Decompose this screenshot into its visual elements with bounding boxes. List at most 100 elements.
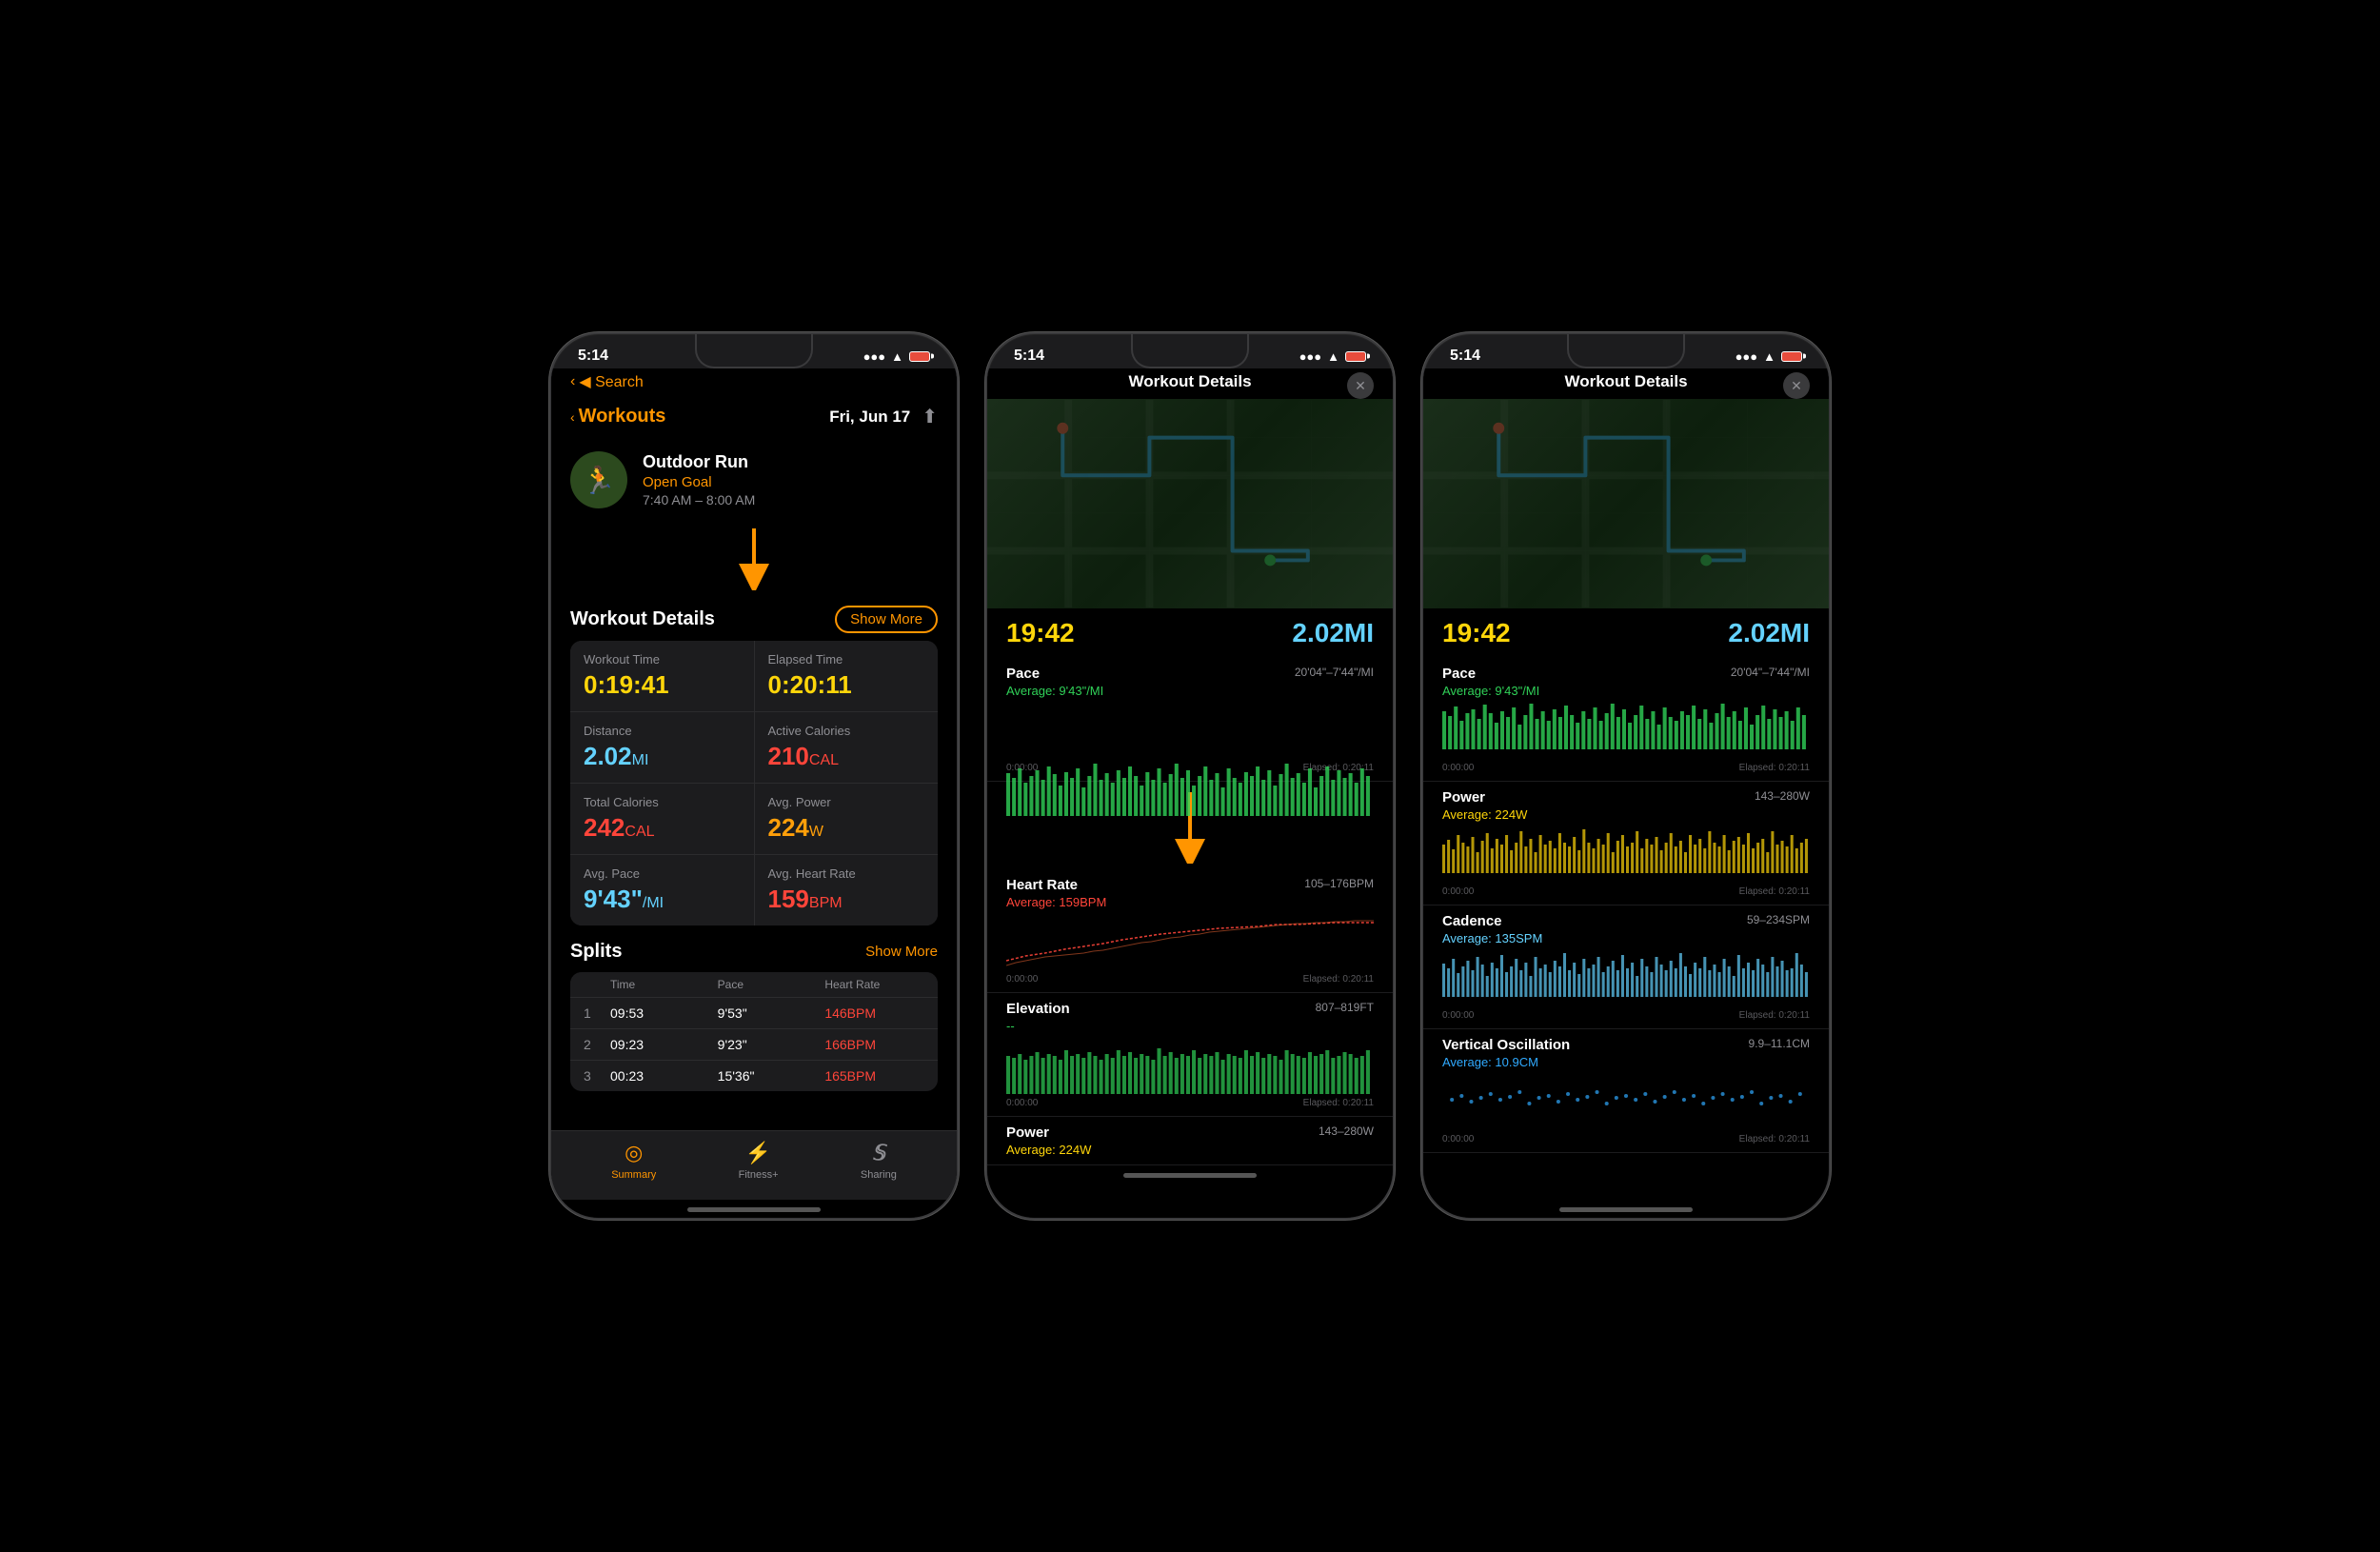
vo-bars-3 [1442,1073,1810,1130]
wifi-icon-3: ▲ [1763,349,1775,364]
chart-power-header-2: Power Average: 224W 143–280W [1006,1124,1374,1157]
tab-sharing-label: Sharing [861,1169,897,1181]
workout-icon: 🏃 [570,451,627,508]
home-indicator-2 [1123,1173,1257,1178]
status-time-3: 5:14 [1450,348,1480,365]
map-stats-2: 19:42 2.02MI [987,608,1393,658]
phone3-content: Workout Details ✕ [1423,368,1829,1218]
status-icons-2: ●●● ▲ [1299,349,1366,364]
summary-icon: ◎ [625,1141,643,1165]
hr-bars-2 [1006,913,1374,970]
phones-container: 5:14 ●●● ▲ ‹ ◀ Search ‹ Workouts [530,313,1850,1239]
splits-show-more[interactable]: Show More [865,944,938,960]
hr-chart-footer-2: 0:00:00 Elapsed: 0:20:11 [1006,974,1374,985]
arrow-annotation [551,524,957,590]
metric-total-cal: Total Calories 242CAL [570,784,754,854]
metric-active-cal: Active Calories 210CAL [755,712,939,783]
status-icons-1: ●●● ▲ [863,349,930,364]
chart-power-3: Power Average: 224W 143–280W [1423,782,1829,905]
map-grid-3 [1423,399,1829,608]
cadence-chart-footer-3: 0:00:00 Elapsed: 0:20:11 [1442,1010,1810,1021]
splits-row-2: 2 09:23 9'23" 166BPM [570,1029,938,1061]
fitness-icon: ⚡ [745,1141,771,1165]
details-header-3: Workout Details ✕ [1423,368,1829,399]
metric-elapsed-time: Elapsed Time 0:20:11 [755,641,939,711]
back-button[interactable]: ‹ ◀ Search [570,372,938,391]
wifi-icon: ▲ [891,349,903,364]
home-indicator-1 [687,1207,821,1212]
tab-summary-label: Summary [611,1169,656,1181]
status-bar-3: 5:14 ●●● ▲ [1423,334,1829,368]
pace-bars-3 [1442,702,1810,759]
phone2-content: Workout Details ✕ [987,368,1393,1218]
spacer [551,1099,957,1130]
splits-header: Splits Show More [570,941,938,963]
chevron-left-icon: ‹ [570,373,575,390]
home-indicator-3 [1559,1207,1693,1212]
elev-bars-2 [1006,1037,1374,1094]
tab-bar: ◎ Summary ⚡ Fitness+ 𝕊 Sharing [551,1130,957,1200]
vo-chart-footer-3: 0:00:00 Elapsed: 0:20:11 [1442,1134,1810,1144]
workout-header: ‹ Workouts Fri, Jun 17 ⬆ [551,399,957,440]
chart-hr-header-2: Heart Rate Average: 159BPM 105–176BPM [1006,877,1374,909]
splits-table: Time Pace Heart Rate 1 09:53 9'53" 146BP… [570,972,938,1091]
tab-fitness[interactable]: ⚡ Fitness+ [739,1141,779,1181]
workout-info: 🏃 Outdoor Run Open Goal 7:40 AM – 8:00 A… [551,440,957,520]
power-chart-footer-3: 0:00:00 Elapsed: 0:20:11 [1442,886,1810,897]
chart-pace-header-3: Pace Average: 9'43"/MI 20'04"–7'44"/MI [1442,666,1810,698]
cadence-bars-3 [1442,949,1810,1006]
battery-icon-3 [1781,351,1802,362]
show-more-button[interactable]: Show More [835,606,938,633]
close-button-3[interactable]: ✕ [1783,372,1810,399]
power-bars-3 [1442,826,1810,883]
chart-vo-header-3: Vertical Oscillation Average: 10.9CM 9.9… [1442,1037,1810,1069]
header-right: Fri, Jun 17 ⬆ [829,405,938,428]
phone-3: 5:14 ●●● ▲ Workout Details ✕ [1421,332,1831,1220]
signal-icon-3: ●●● [1735,349,1758,364]
status-bar-1: 5:14 ●●● ▲ [551,334,957,368]
sharing-icon: 𝕊 [872,1141,885,1165]
status-icons-3: ●●● ▲ [1735,349,1802,364]
splits-column-headers: Time Pace Heart Rate [570,972,938,998]
chart-cadence-header-3: Cadence Average: 135SPM 59–234SPM [1442,913,1810,945]
tab-sharing[interactable]: 𝕊 Sharing [861,1141,897,1181]
chart-pace-header-2: Pace Average: 9'43"/MI 20'04"–7'44"/MI [1006,666,1374,698]
battery-icon [909,351,930,362]
share-button[interactable]: ⬆ [922,405,938,428]
splits-row-3: 3 00:23 15'36" 165BPM [570,1061,938,1091]
chart-power-2: Power Average: 224W 143–280W [987,1117,1393,1165]
chart-elevation-2: Elevation -- 807–819FT [987,993,1393,1117]
spacer-3 [1423,1153,1829,1200]
map-grid-2 [987,399,1393,608]
metric-avg-hr: Avg. Heart Rate 159BPM [755,855,939,925]
phone-2: 5:14 ●●● ▲ Workout Details ✕ [985,332,1395,1220]
phone1-content: ‹ ◀ Search ‹ Workouts Fri, Jun 17 ⬆ 🏃 [551,368,957,1218]
workouts-title: ‹ Workouts [570,406,665,428]
chart-pace-2: Pace Average: 9'43"/MI 20'04"–7'44"/MI /… [987,658,1393,782]
metrics-grid: Workout Time 0:19:41 Elapsed Time 0:20:1… [570,641,938,925]
chart-pace-3: Pace Average: 9'43"/MI 20'04"–7'44"/MI [1423,658,1829,782]
map-stats-3: 19:42 2.02MI [1423,608,1829,658]
wifi-icon-2: ▲ [1327,349,1339,364]
signal-icon: ●●● [863,349,886,364]
splits-row-1: 1 09:53 9'53" 146BPM [570,998,938,1029]
tab-fitness-label: Fitness+ [739,1169,779,1181]
close-button-2[interactable]: ✕ [1347,372,1374,399]
status-time-2: 5:14 [1014,348,1044,365]
metric-distance: Distance 2.02MI [570,712,754,783]
nav-bar-1: ‹ ◀ Search [551,368,957,399]
status-bar-2: 5:14 ●●● ▲ [987,334,1393,368]
chart-elev-header-2: Elevation -- 807–819FT [1006,1001,1374,1033]
signal-icon-2: ●●● [1299,349,1322,364]
battery-icon-2 [1345,351,1366,362]
pace-bars-2: // Generate bars inline [1006,702,1374,759]
workout-details-header: Workout Details Show More [551,594,957,641]
workout-text: Outdoor Run Open Goal 7:40 AM – 8:00 AM [643,452,755,507]
chart-power-header-3: Power Average: 224W 143–280W [1442,789,1810,822]
map-area-3 [1423,399,1829,608]
chart-vertoscill-3: Vertical Oscillation Average: 10.9CM 9.9… [1423,1029,1829,1153]
chart-heartrate-2: Heart Rate Average: 159BPM 105–176BPM 0:… [987,869,1393,993]
details-header-2: Workout Details ✕ [987,368,1393,399]
metric-avg-pace: Avg. Pace 9'43"/MI [570,855,754,925]
tab-summary[interactable]: ◎ Summary [611,1141,656,1181]
